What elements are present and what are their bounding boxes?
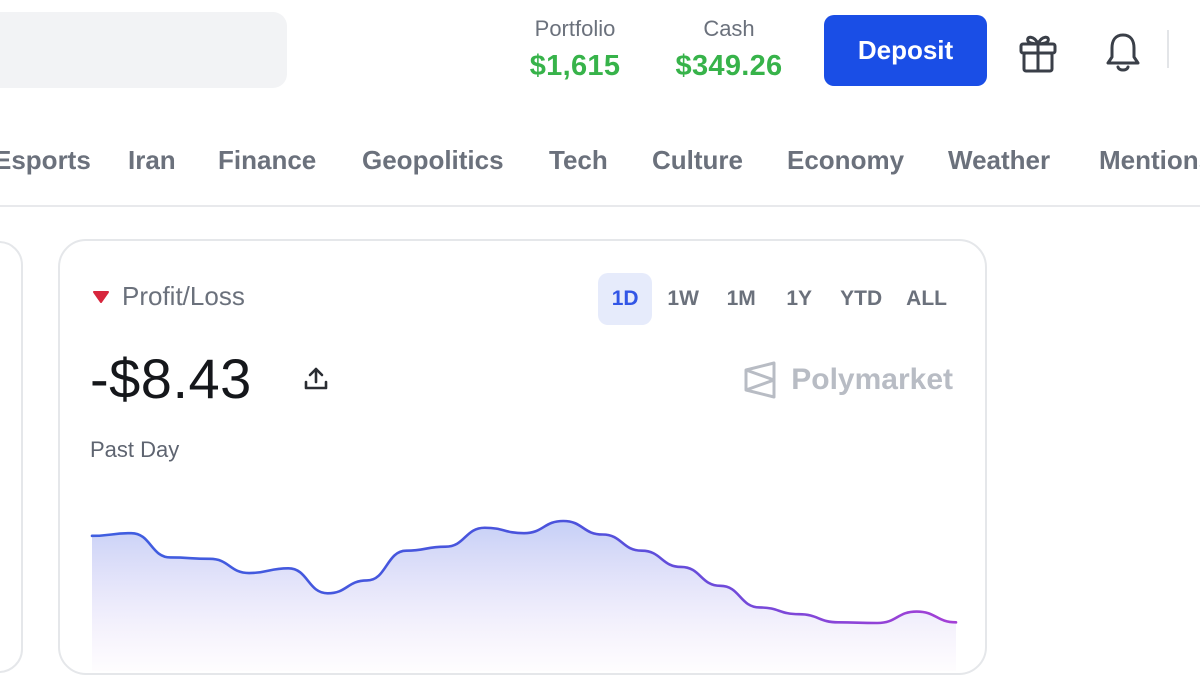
portfolio-label: Portfolio bbox=[534, 16, 616, 41]
range-tab-1m[interactable]: 1M bbox=[714, 273, 768, 325]
deposit-button[interactable]: Deposit bbox=[824, 15, 987, 86]
polymarket-name: Polymarket bbox=[791, 363, 953, 396]
category-esports[interactable]: Esports bbox=[0, 142, 91, 178]
chart-area bbox=[92, 521, 956, 671]
range-tab-1y[interactable]: 1Y bbox=[772, 273, 826, 325]
polymarket-brand: Polymarket bbox=[743, 361, 953, 399]
cash-value: $349.26 bbox=[675, 50, 783, 82]
category-economy[interactable]: Economy bbox=[787, 142, 904, 178]
category-geopolitics[interactable]: Geopolitics bbox=[362, 142, 504, 178]
profit-loss-value: -$8.43 bbox=[90, 347, 252, 410]
profit-loss-header: Profit/Loss bbox=[92, 281, 245, 312]
header-divider bbox=[1167, 30, 1169, 68]
category-iran[interactable]: Iran bbox=[128, 142, 176, 178]
profit-loss-card: Profit/Loss 1D 1W 1M 1Y YTD ALL -$8.43 P… bbox=[58, 239, 987, 675]
share-icon[interactable] bbox=[300, 363, 332, 395]
bell-icon[interactable] bbox=[1101, 28, 1145, 76]
category-culture[interactable]: Culture bbox=[652, 142, 743, 178]
period-label: Past Day bbox=[90, 437, 180, 462]
range-tabs: 1D 1W 1M 1Y YTD ALL bbox=[598, 273, 957, 325]
category-weather[interactable]: Weather bbox=[948, 142, 1050, 178]
profit-loss-chart bbox=[90, 519, 958, 671]
range-tab-1d[interactable]: 1D bbox=[598, 273, 653, 325]
polymarket-logo-icon bbox=[744, 361, 776, 399]
cash-summary[interactable]: Cash $349.26 bbox=[662, 16, 796, 86]
range-tab-all[interactable]: ALL bbox=[896, 273, 957, 325]
range-tab-ytd[interactable]: YTD bbox=[830, 273, 892, 325]
range-tab-1w[interactable]: 1W bbox=[656, 273, 710, 325]
category-mentions[interactable]: Mentions bbox=[1099, 142, 1200, 178]
portfolio-value: $1,615 bbox=[529, 50, 621, 82]
portfolio-card bbox=[0, 241, 23, 673]
category-tech[interactable]: Tech bbox=[549, 142, 608, 178]
category-finance[interactable]: Finance bbox=[218, 142, 316, 178]
trend-down-icon bbox=[93, 290, 109, 303]
cash-label: Cash bbox=[703, 16, 755, 41]
portfolio-summary[interactable]: Portfolio $1,615 bbox=[520, 16, 630, 86]
profit-loss-title: Profit/Loss bbox=[122, 281, 245, 311]
nav-divider bbox=[0, 205, 1200, 207]
gift-icon[interactable] bbox=[1016, 28, 1060, 76]
category-nav: Esports Iran Finance Geopolitics Tech Cu… bbox=[0, 134, 1200, 186]
search-input[interactable] bbox=[0, 12, 287, 88]
